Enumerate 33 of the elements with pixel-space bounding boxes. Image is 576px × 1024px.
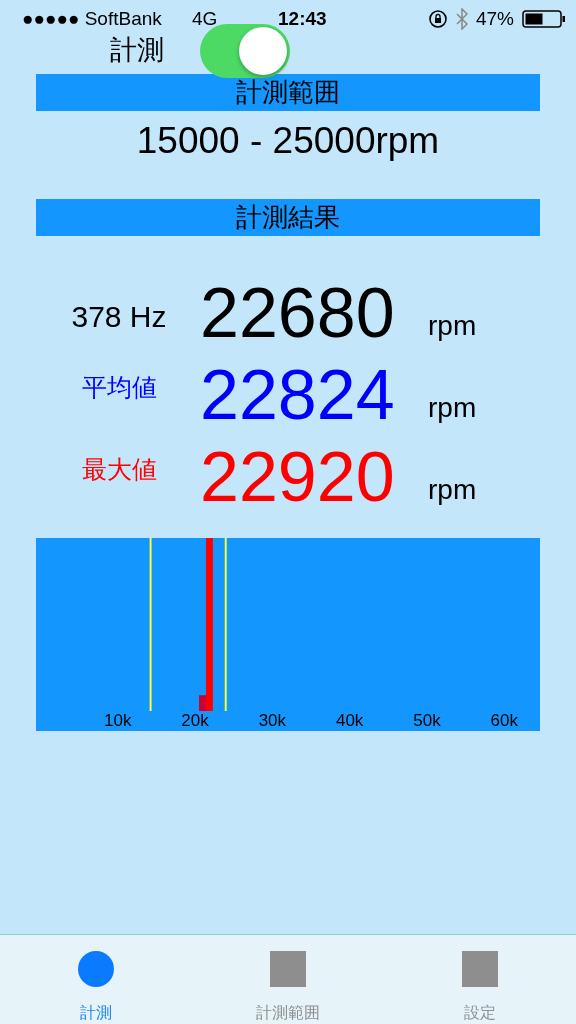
rpm-value: 22680 <box>200 278 396 348</box>
measure-toggle[interactable] <box>200 24 290 78</box>
axis-label: 10k <box>104 711 132 731</box>
section-header: 計測範囲 <box>36 74 540 111</box>
unit-label: rpm <box>428 392 477 425</box>
bluetooth-icon <box>455 8 468 30</box>
range-value: 15000 - 25000rpm <box>135 121 441 161</box>
unit-label: rpm <box>428 474 477 507</box>
network-type: 4G <box>192 8 219 30</box>
axis-label: 30k <box>258 711 287 731</box>
frequency-reading: 378 Hz <box>70 300 168 335</box>
square-icon <box>462 951 498 987</box>
rotation-lock-icon <box>427 9 448 29</box>
screen-title: 計測 <box>110 33 164 67</box>
carrier-name: ●●●●● SoftBank <box>22 8 163 30</box>
reading-label: 最大値 <box>80 454 158 485</box>
battery-icon <box>522 9 566 29</box>
tab-item[interactable]: 設定 <box>384 935 576 1024</box>
axis-label: 40k <box>335 711 364 731</box>
tab-item[interactable]: 計測範囲 <box>192 935 384 1024</box>
square-icon <box>270 951 306 987</box>
circle-icon <box>78 951 114 987</box>
axis-label: 50k <box>413 711 441 731</box>
rpm-value: 22824 <box>200 360 396 430</box>
battery-percent: 47% <box>475 8 514 30</box>
axis-label: 60k <box>490 711 518 731</box>
unit-label: rpm <box>428 310 477 343</box>
rpm-value: 22920 <box>200 442 396 512</box>
clock-time: 12:43 <box>278 8 327 30</box>
reading-label: 平均値 <box>80 372 158 403</box>
axis-label: 20k <box>181 711 209 731</box>
section-header: 計測結果 <box>36 199 540 236</box>
tab-item[interactable]: 計測 <box>0 935 192 1024</box>
